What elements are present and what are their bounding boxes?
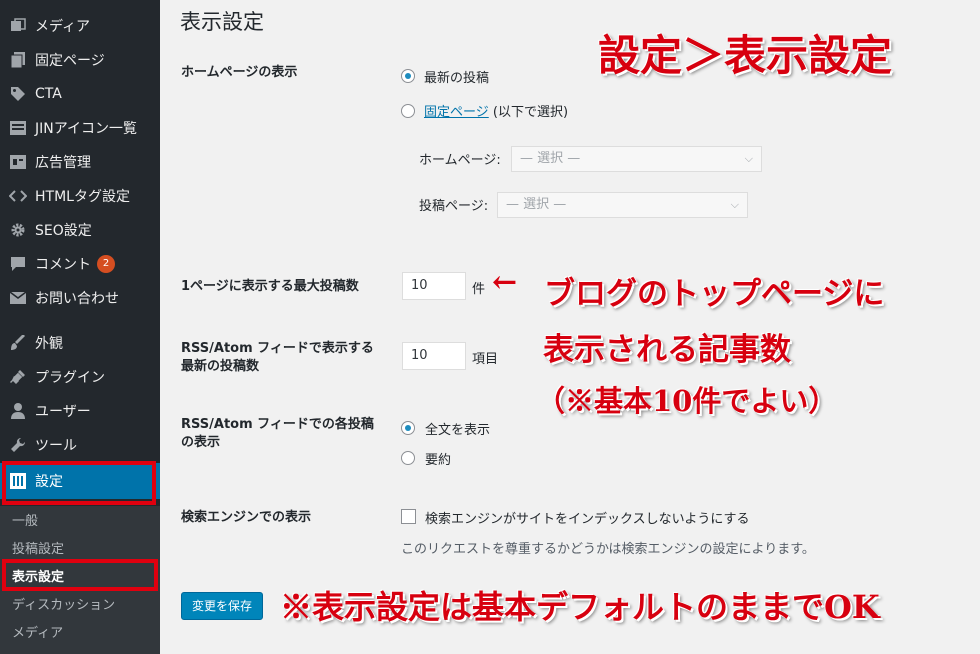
sidebar-item-label: コメント xyxy=(35,257,91,273)
plugin-icon xyxy=(8,367,28,387)
radio-latest-posts[interactable] xyxy=(401,69,415,83)
sidebar-item-plugins[interactable]: プラグイン xyxy=(0,360,160,394)
rss-count-input[interactable]: 10 xyxy=(402,342,466,370)
homepage-select[interactable]: — 選択 — ⌵ xyxy=(511,146,762,172)
sidebar-item-users[interactable]: ユーザー xyxy=(0,394,160,428)
radio-static-page-label: 固定ページ (以下で選択) xyxy=(424,101,568,120)
annotation-note-line3: （※基本10件でよい） xyxy=(536,384,838,418)
search-engine-description: このリクエストを尊重するかどうかは検索エンジンの設定によります。 xyxy=(401,542,815,557)
comment-icon xyxy=(8,254,28,274)
radio-summary[interactable] xyxy=(401,451,415,465)
sidebar-item-label: HTMLタグ設定 xyxy=(35,189,130,205)
sidebar-item-ads[interactable]: 広告管理 xyxy=(0,145,160,179)
search-engine-label: 検索エンジンでの表示 xyxy=(181,510,312,525)
tag-icon xyxy=(8,84,28,104)
sidebar-item-settings[interactable]: 設定 xyxy=(0,463,160,499)
sidebar-item-media[interactable]: メディア xyxy=(0,9,160,43)
sidebar-item-label: JINアイコン一覧 xyxy=(35,121,138,137)
submenu-item-reading[interactable]: 表示設定 xyxy=(12,566,64,585)
radio-static-page[interactable] xyxy=(401,104,415,118)
posts-page-select[interactable]: — 選択 — ⌵ xyxy=(497,192,748,218)
sidebar-item-label: お問い合わせ xyxy=(35,291,119,307)
posts-per-page-unit: 件 xyxy=(472,282,486,297)
admin-sidebar: メディア 固定ページ CTA JINアイコン一覧 広告管理 HTMLタグ設定 S… xyxy=(0,0,160,654)
posts-per-page-input[interactable]: 10 xyxy=(402,272,466,300)
rss-count-label-line2: 最新の投稿数 xyxy=(181,359,260,374)
rss-content-label-line1: RSS/Atom フィードでの各投稿 xyxy=(181,417,374,432)
brush-icon xyxy=(8,333,28,353)
user-icon xyxy=(8,401,28,421)
discourage-search-checkbox[interactable] xyxy=(401,509,416,524)
posts-per-page-label: 1ページに表示する最大投稿数 xyxy=(181,279,359,294)
sidebar-item-label: 外観 xyxy=(35,336,63,352)
save-changes-button[interactable]: 変更を保存 xyxy=(181,592,264,620)
submenu-item-general[interactable]: 一般 xyxy=(12,510,38,529)
gear-icon xyxy=(8,220,28,240)
list-icon xyxy=(8,118,28,138)
submenu-item-discussion[interactable]: ディスカッション xyxy=(12,594,115,613)
annotation-arrow-icon: ← xyxy=(492,265,518,300)
sidebar-item-label: 広告管理 xyxy=(35,155,91,171)
sidebar-item-label: CTA xyxy=(35,86,62,102)
ads-icon xyxy=(8,152,28,172)
sidebar-item-html-tags[interactable]: HTMLタグ設定 xyxy=(0,179,160,213)
sidebar-item-label: ユーザー xyxy=(35,404,91,420)
sidebar-item-jin-icons[interactable]: JINアイコン一覧 xyxy=(0,111,160,145)
sidebar-item-cta[interactable]: CTA xyxy=(0,77,160,111)
homepage-select-value: — 選択 — xyxy=(520,151,581,166)
settings-main: 表示設定 ホームページの表示 最新の投稿 固定ページ (以下で選択) ホームペー… xyxy=(160,0,980,654)
wrench-icon xyxy=(8,435,28,455)
sidebar-item-label: SEO設定 xyxy=(35,223,92,239)
static-page-suffix: (以下で選択) xyxy=(488,105,569,120)
annotation-note-line1: ブログのトップページに xyxy=(544,276,885,312)
sidebar-item-label: ツール xyxy=(35,438,77,454)
code-icon xyxy=(8,186,28,206)
annotation-footer-note: ※表示設定は基本デフォルトのままでOK xyxy=(280,588,880,626)
media-icon xyxy=(8,16,28,36)
mail-icon xyxy=(8,288,28,308)
sidebar-item-pages[interactable]: 固定ページ xyxy=(0,43,160,77)
comment-count-badge: 2 xyxy=(97,255,115,273)
radio-full-text[interactable] xyxy=(401,421,415,435)
radio-latest-posts-label: 最新の投稿 xyxy=(424,71,490,86)
settings-icon xyxy=(8,471,28,491)
rss-content-label-line2: の表示 xyxy=(181,435,221,450)
sidebar-item-contact[interactable]: お問い合わせ xyxy=(0,281,160,315)
radio-full-text-label: 全文を表示 xyxy=(425,423,491,438)
sidebar-item-label: 設定 xyxy=(35,474,63,490)
static-page-link[interactable]: 固定ページ xyxy=(424,105,489,120)
submenu-item-writing[interactable]: 投稿設定 xyxy=(12,538,64,557)
sidebar-item-appearance[interactable]: 外観 xyxy=(0,326,160,360)
rss-count-unit: 項目 xyxy=(472,352,499,367)
chevron-down-icon: ⌵ xyxy=(730,198,739,211)
posts-page-select-label: 投稿ページ: xyxy=(419,199,489,214)
radio-summary-label: 要約 xyxy=(425,453,452,468)
page-title: 表示設定 xyxy=(180,10,264,34)
chevron-down-icon: ⌵ xyxy=(744,152,753,165)
homepage-select-label: ホームページ: xyxy=(419,153,501,168)
rss-count-label-line1: RSS/Atom フィードで表示する xyxy=(181,341,374,356)
sidebar-item-label: 固定ページ xyxy=(35,53,105,69)
sidebar-item-label: プラグイン xyxy=(35,370,105,386)
annotation-note-line2: 表示される記事数 xyxy=(543,332,791,368)
annotation-title: 設定＞表示設定 xyxy=(598,31,893,80)
sidebar-item-label: メディア xyxy=(35,19,91,35)
sidebar-item-comments[interactable]: コメント 2 xyxy=(0,247,160,281)
sidebar-item-tools[interactable]: ツール xyxy=(0,428,160,462)
homepage-display-label: ホームページの表示 xyxy=(181,65,298,80)
posts-page-select-value: — 選択 — xyxy=(506,197,567,212)
settings-submenu: 一般 投稿設定 表示設定 ディスカッション メディア xyxy=(0,506,160,654)
sidebar-item-seo[interactable]: SEO設定 xyxy=(0,213,160,247)
submenu-item-media[interactable]: メディア xyxy=(12,622,63,641)
pages-icon xyxy=(8,50,28,70)
discourage-search-label: 検索エンジンがサイトをインデックスしないようにする xyxy=(425,512,750,527)
